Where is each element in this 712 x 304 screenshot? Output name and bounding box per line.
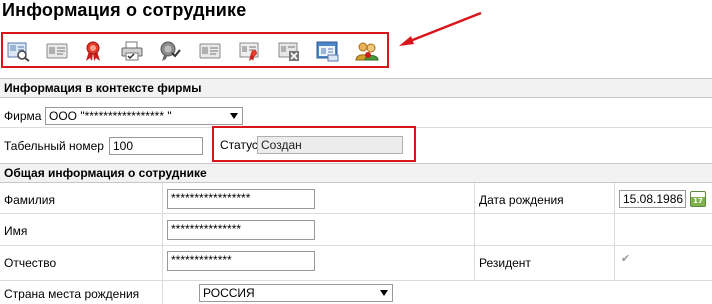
column-divider <box>474 183 475 281</box>
resident-checkbox[interactable]: ✔ <box>620 253 631 264</box>
middle-name-label: Отчество <box>4 256 57 270</box>
divider <box>0 245 712 246</box>
id-card-icon[interactable] <box>44 39 70 63</box>
section-header-company: Информация в контексте фирмы <box>0 78 712 98</box>
tab-number-field[interactable]: 100 <box>109 137 203 155</box>
first-name-field[interactable]: *************** <box>167 220 315 240</box>
birth-date-label: Дата рождения <box>479 193 564 207</box>
first-name-label: Имя <box>4 224 28 238</box>
window-card-icon[interactable] <box>315 39 341 63</box>
birth-country-value: РОССИЯ <box>203 286 255 300</box>
birth-date-field[interactable]: 15.08.1986 <box>619 190 686 208</box>
section-header-general: Общая информация о сотруднике <box>0 163 712 183</box>
page-title: Информация о сотруднике <box>2 0 247 20</box>
birth-country-select[interactable]: РОССИЯ <box>199 284 393 302</box>
id-card-icon[interactable] <box>197 39 223 63</box>
chevron-down-icon <box>230 113 238 119</box>
middle-name-field[interactable]: ************* <box>167 251 315 271</box>
annotation-arrow <box>399 11 482 46</box>
column-divider <box>162 183 163 304</box>
tab-number-label: Табельный номер <box>4 139 104 153</box>
status-field: Создан <box>257 136 403 154</box>
birth-country-label: Страна места рождения <box>4 287 140 301</box>
calendar-icon[interactable]: 17 <box>690 191 706 207</box>
card-delete-icon[interactable] <box>276 39 302 63</box>
last-name-label: Фамилия <box>4 193 55 207</box>
column-divider <box>614 183 615 281</box>
resident-label: Резидент <box>479 256 531 270</box>
search-card-icon[interactable] <box>6 39 32 63</box>
firm-select[interactable]: ООО "***************** " <box>45 107 243 125</box>
divider <box>0 280 712 281</box>
last-name-field[interactable]: ***************** <box>167 189 315 209</box>
status-label: Статус <box>220 138 258 152</box>
firm-label: Фирма <box>4 109 42 123</box>
toolbar <box>1 32 389 68</box>
chevron-down-icon <box>380 290 388 296</box>
users-icon[interactable] <box>354 39 380 63</box>
medal-gray-icon[interactable] <box>156 39 182 63</box>
printer-icon[interactable] <box>119 39 145 63</box>
firm-select-value: ООО "***************** " <box>49 109 172 123</box>
divider <box>0 213 712 214</box>
award-ribbon-icon[interactable] <box>80 39 106 63</box>
card-red-icon[interactable] <box>237 39 263 63</box>
